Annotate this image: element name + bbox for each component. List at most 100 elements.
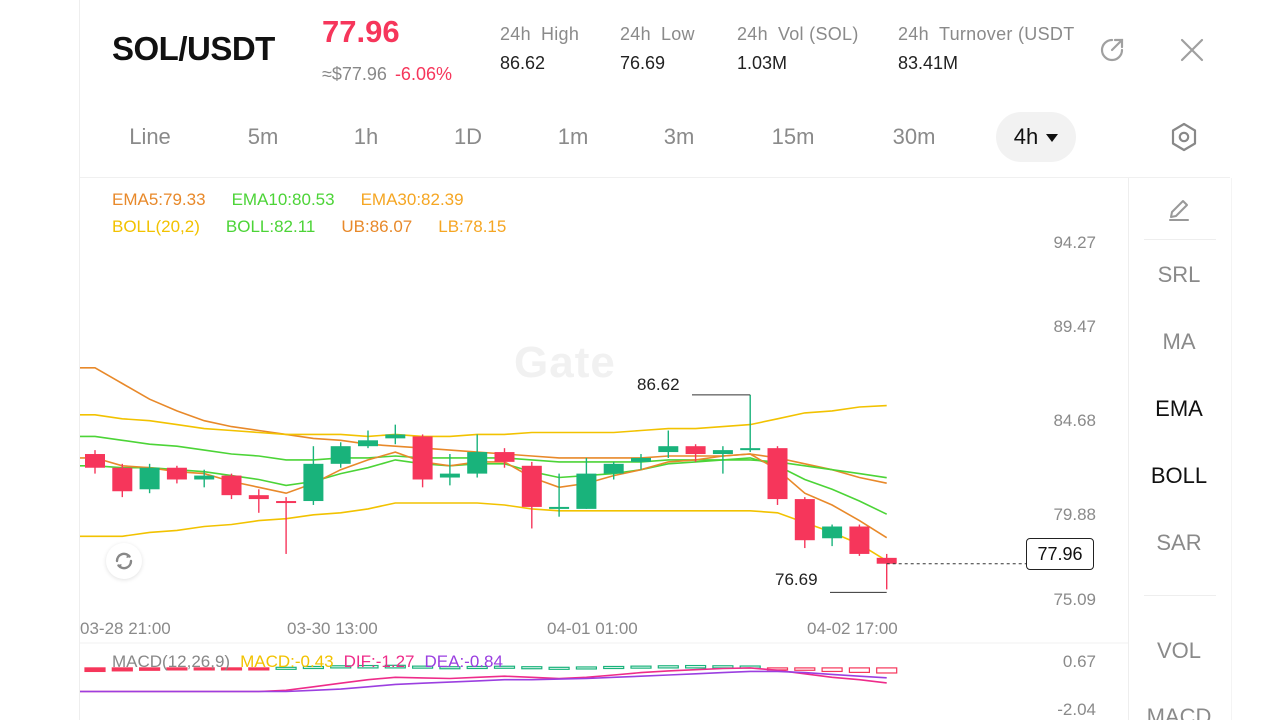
candle-up <box>549 506 570 509</box>
tab-30m[interactable]: 30m <box>884 112 944 162</box>
macd-axis-label: -2.04 <box>1057 700 1096 719</box>
boll-params-label: BOLL(20,2) <box>112 217 200 236</box>
stat-volume: 24h Vol (SOL) 1.03M <box>737 24 869 74</box>
price-sub: ≈$77.96 -6.06% <box>322 64 452 85</box>
candle-up <box>658 446 679 453</box>
ub-label: UB:86.07 <box>341 217 413 236</box>
candle-down <box>494 452 515 462</box>
tool-srl[interactable]: SRL <box>1128 262 1230 288</box>
candle-up <box>631 457 651 462</box>
share-icon[interactable] <box>1098 36 1126 64</box>
candle-up <box>303 463 324 502</box>
macd-bar <box>630 665 652 669</box>
stat-value: 83.41M <box>898 53 959 73</box>
macd-bar <box>821 667 843 673</box>
panel-divider <box>1144 239 1216 240</box>
ema10-label: EMA10:80.53 <box>231 190 335 209</box>
candle-down <box>276 501 297 504</box>
tab-4h-label: 4h <box>1013 124 1039 149</box>
macd-bar <box>684 664 707 669</box>
candle-up <box>467 452 488 474</box>
high-marker-label: 86.62 <box>637 375 680 394</box>
candle-down <box>112 467 133 492</box>
y-tick-label: 75.09 <box>1053 590 1096 609</box>
current-price-tag: 77.96 <box>1026 538 1094 570</box>
refresh-icon <box>115 552 133 570</box>
kline-screen: SOL/USDT 77.96 ≈$77.96 -6.06% 24h High 86.… <box>0 0 1280 720</box>
candle-up <box>330 446 351 464</box>
tool-ema[interactable]: EMA <box>1128 396 1230 422</box>
macd-legend: MACD(12,26,9) MACD:-0.43 DIF:-1.27 DEA:-0.8… <box>112 652 513 672</box>
stat-value: 1.03M <box>737 53 788 73</box>
ema5-label: EMA5:79.33 <box>112 190 206 209</box>
macd-bar <box>794 667 816 671</box>
x-tick-label: 04-02 17:00 <box>807 619 898 638</box>
tab-1m[interactable]: 1m <box>550 112 596 162</box>
ema30-label: EMA30:82.39 <box>360 190 464 209</box>
macd-bar <box>548 666 570 670</box>
tab-15m[interactable]: 15m <box>764 112 822 162</box>
tool-sar[interactable]: SAR <box>1128 530 1230 556</box>
stat-period: 24h <box>620 24 651 44</box>
tab-5m[interactable]: 5m <box>236 112 290 162</box>
candle-up <box>740 448 761 451</box>
stat-low: 24h Low 76.69 <box>620 24 705 74</box>
stat-high: 24h High 86.62 <box>500 24 589 74</box>
candle-down <box>221 475 242 496</box>
x-tick-label: 03-30 13:00 <box>287 619 378 638</box>
tool-boll[interactable]: BOLL <box>1128 463 1230 489</box>
stat-value: 76.69 <box>620 53 666 73</box>
macd-bar <box>876 667 898 674</box>
draw-pencil-icon[interactable] <box>1166 196 1192 222</box>
candle-up <box>712 450 733 455</box>
tab-3m[interactable]: 3m <box>656 112 702 162</box>
stat-label: Low <box>660 24 695 44</box>
settings-hexagon-icon[interactable] <box>1168 121 1200 153</box>
stat-label: High <box>540 24 580 44</box>
candle-down <box>412 436 433 480</box>
candle-up <box>576 473 597 509</box>
candle-down <box>85 454 105 468</box>
x-tick-label: 03-28 21:00 <box>80 619 171 638</box>
stat-period: 24h <box>737 24 768 44</box>
y-tick-label: 94.27 <box>1053 233 1096 252</box>
tool-vol[interactable]: VOL <box>1128 638 1230 664</box>
tab-line[interactable]: Line <box>120 112 180 162</box>
approx-usd: ≈$77.96 <box>322 64 387 84</box>
dea-label: DEA:-0.84 <box>424 652 503 671</box>
stat-label: Turnover (USDT <box>938 24 1075 44</box>
candle-down <box>849 526 870 554</box>
macd-params-label: MACD(12,26,9) <box>112 652 231 671</box>
boll-legend: BOLL(20,2) BOLL:82.11 UB:86.07 LB:78.15 <box>112 217 532 237</box>
candle-up <box>139 467 160 490</box>
stat-label: Vol (SOL) <box>777 24 859 44</box>
macd-bar <box>521 666 543 670</box>
tab-1h[interactable]: 1h <box>344 112 388 162</box>
low-marker-label: 76.69 <box>775 570 818 589</box>
macd-axis-label: 0.67 <box>1062 652 1096 671</box>
stat-value: 86.62 <box>500 53 546 73</box>
stat-period: 24h <box>500 24 531 44</box>
macd-bar <box>575 666 597 670</box>
candle-down <box>166 467 187 480</box>
candle-up <box>822 526 843 539</box>
candle-down <box>876 557 897 564</box>
replay-button[interactable] <box>106 543 142 579</box>
candle-up <box>358 440 378 447</box>
candle-up <box>385 434 406 439</box>
candle-down <box>794 499 815 541</box>
macd-bar <box>603 665 625 670</box>
candle-up <box>439 473 460 478</box>
tab-4h[interactable]: 4h <box>996 112 1076 162</box>
close-icon[interactable] <box>1178 36 1206 64</box>
y-tick-label: 79.88 <box>1053 505 1096 524</box>
tool-ma[interactable]: MA <box>1128 329 1230 355</box>
last-price: 77.96 <box>322 14 400 49</box>
dea-line <box>80 670 887 693</box>
tab-1d[interactable]: 1D <box>446 112 490 162</box>
stat-period: 24h <box>898 24 929 44</box>
y-tick-label: 84.68 <box>1053 411 1096 430</box>
candle-down <box>521 465 542 507</box>
tool-macd[interactable]: MACD <box>1128 704 1230 720</box>
boll-lower-line <box>80 502 888 562</box>
